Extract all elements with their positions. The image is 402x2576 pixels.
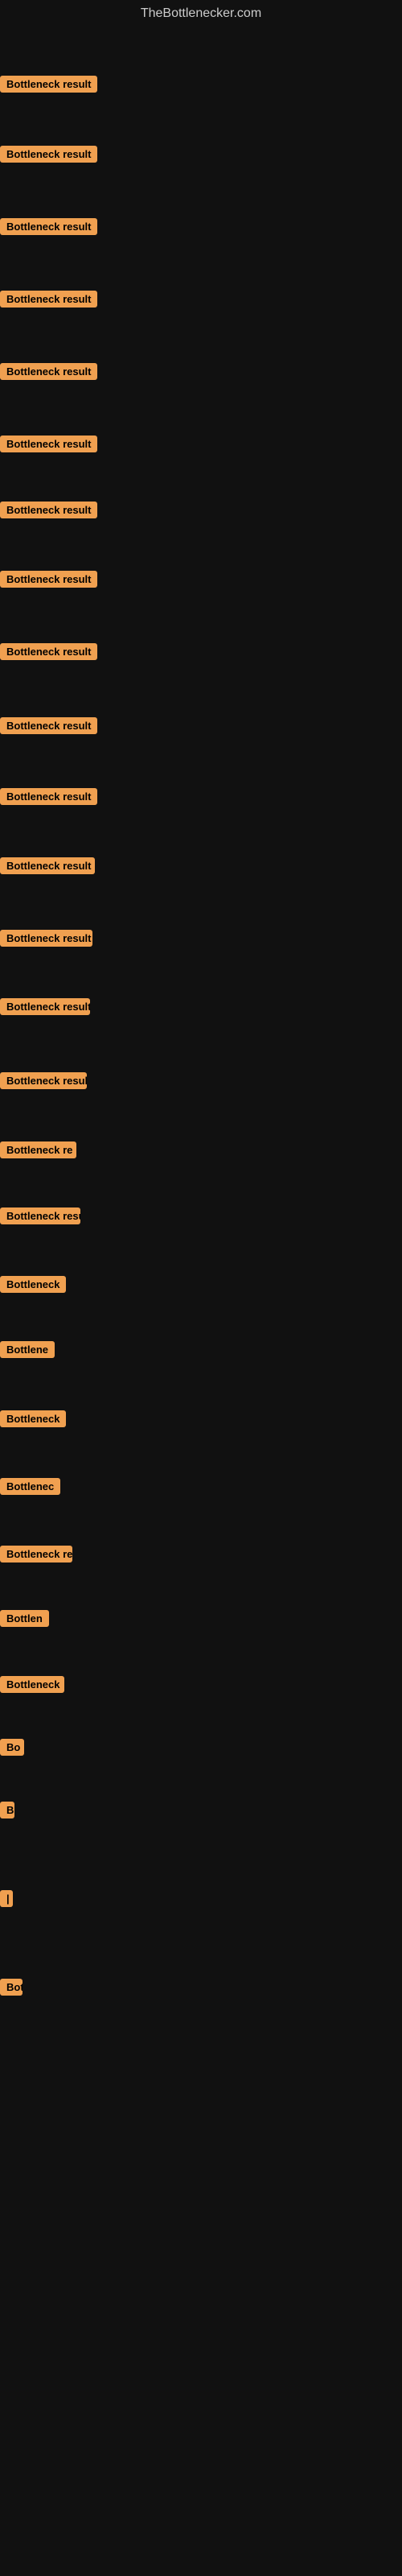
bottleneck-badge-24[interactable]: Bottleneck xyxy=(0,1676,64,1693)
bottleneck-badge-14[interactable]: Bottleneck result xyxy=(0,998,90,1015)
bottleneck-badge-21[interactable]: Bottlenec xyxy=(0,1478,60,1495)
bottleneck-badge-23[interactable]: Bottlen xyxy=(0,1610,49,1627)
bottleneck-badge-22[interactable]: Bottleneck re xyxy=(0,1546,72,1563)
bottleneck-badge-9[interactable]: Bottleneck result xyxy=(0,643,97,660)
bottleneck-badge-18[interactable]: Bottleneck xyxy=(0,1276,66,1293)
bottleneck-result-item-28: Bot xyxy=(0,1979,23,2000)
bottleneck-badge-11[interactable]: Bottleneck result xyxy=(0,788,97,805)
bottleneck-result-item-12: Bottleneck result xyxy=(0,857,95,878)
bottleneck-result-item-8: Bottleneck result xyxy=(0,571,97,592)
bottleneck-result-item-19: Bottlene xyxy=(0,1341,55,1362)
bottleneck-result-item-14: Bottleneck result xyxy=(0,998,90,1019)
bottleneck-badge-17[interactable]: Bottleneck resul xyxy=(0,1208,80,1224)
bottleneck-result-item-16: Bottleneck re xyxy=(0,1141,76,1162)
bottleneck-result-item-10: Bottleneck result xyxy=(0,717,97,738)
bottleneck-badge-28[interactable]: Bot xyxy=(0,1979,23,1996)
bottleneck-badge-4[interactable]: Bottleneck result xyxy=(0,291,97,308)
bottleneck-result-item-3: Bottleneck result xyxy=(0,218,97,239)
bottleneck-badge-26[interactable]: B xyxy=(0,1802,14,1818)
bottleneck-result-item-5: Bottleneck result xyxy=(0,363,97,384)
bottleneck-badge-7[interactable]: Bottleneck result xyxy=(0,502,97,518)
bottleneck-result-item-13: Bottleneck result xyxy=(0,930,92,951)
bottleneck-result-item-2: Bottleneck result xyxy=(0,146,97,167)
bottleneck-result-item-25: Bo xyxy=(0,1739,24,1760)
site-title: TheBottlenecker.com xyxy=(0,0,402,31)
bottleneck-result-item-1: Bottleneck result xyxy=(0,76,97,97)
bottleneck-badge-16[interactable]: Bottleneck re xyxy=(0,1141,76,1158)
bottleneck-result-item-6: Bottleneck result xyxy=(0,436,97,456)
bottleneck-badge-2[interactable]: Bottleneck result xyxy=(0,146,97,163)
bottleneck-badge-15[interactable]: Bottleneck result xyxy=(0,1072,87,1089)
bottleneck-result-item-4: Bottleneck result xyxy=(0,291,97,312)
bottleneck-badge-5[interactable]: Bottleneck result xyxy=(0,363,97,380)
bottleneck-badge-20[interactable]: Bottleneck xyxy=(0,1410,66,1427)
bottleneck-badge-27[interactable]: | xyxy=(0,1890,13,1907)
bottleneck-result-item-18: Bottleneck xyxy=(0,1276,66,1297)
bottleneck-result-item-20: Bottleneck xyxy=(0,1410,66,1431)
bottleneck-result-item-23: Bottlen xyxy=(0,1610,49,1631)
bottleneck-result-item-21: Bottlenec xyxy=(0,1478,60,1499)
bottleneck-badge-10[interactable]: Bottleneck result xyxy=(0,717,97,734)
bottleneck-badge-3[interactable]: Bottleneck result xyxy=(0,218,97,235)
bottleneck-badge-12[interactable]: Bottleneck result xyxy=(0,857,95,874)
bottleneck-result-item-22: Bottleneck re xyxy=(0,1546,72,1567)
bottleneck-result-item-9: Bottleneck result xyxy=(0,643,97,664)
bottleneck-badge-8[interactable]: Bottleneck result xyxy=(0,571,97,588)
bottleneck-result-item-27: | xyxy=(0,1890,13,1911)
bottleneck-result-item-17: Bottleneck resul xyxy=(0,1208,80,1228)
bottleneck-badge-1[interactable]: Bottleneck result xyxy=(0,76,97,93)
bottleneck-badge-6[interactable]: Bottleneck result xyxy=(0,436,97,452)
bottleneck-result-item-24: Bottleneck xyxy=(0,1676,64,1697)
bottleneck-badge-13[interactable]: Bottleneck result xyxy=(0,930,92,947)
bottleneck-result-item-7: Bottleneck result xyxy=(0,502,97,522)
bottleneck-badge-25[interactable]: Bo xyxy=(0,1739,24,1756)
bottleneck-result-item-26: B xyxy=(0,1802,14,1823)
bottleneck-badge-19[interactable]: Bottlene xyxy=(0,1341,55,1358)
bottleneck-result-item-15: Bottleneck result xyxy=(0,1072,87,1093)
bottleneck-result-item-11: Bottleneck result xyxy=(0,788,97,809)
